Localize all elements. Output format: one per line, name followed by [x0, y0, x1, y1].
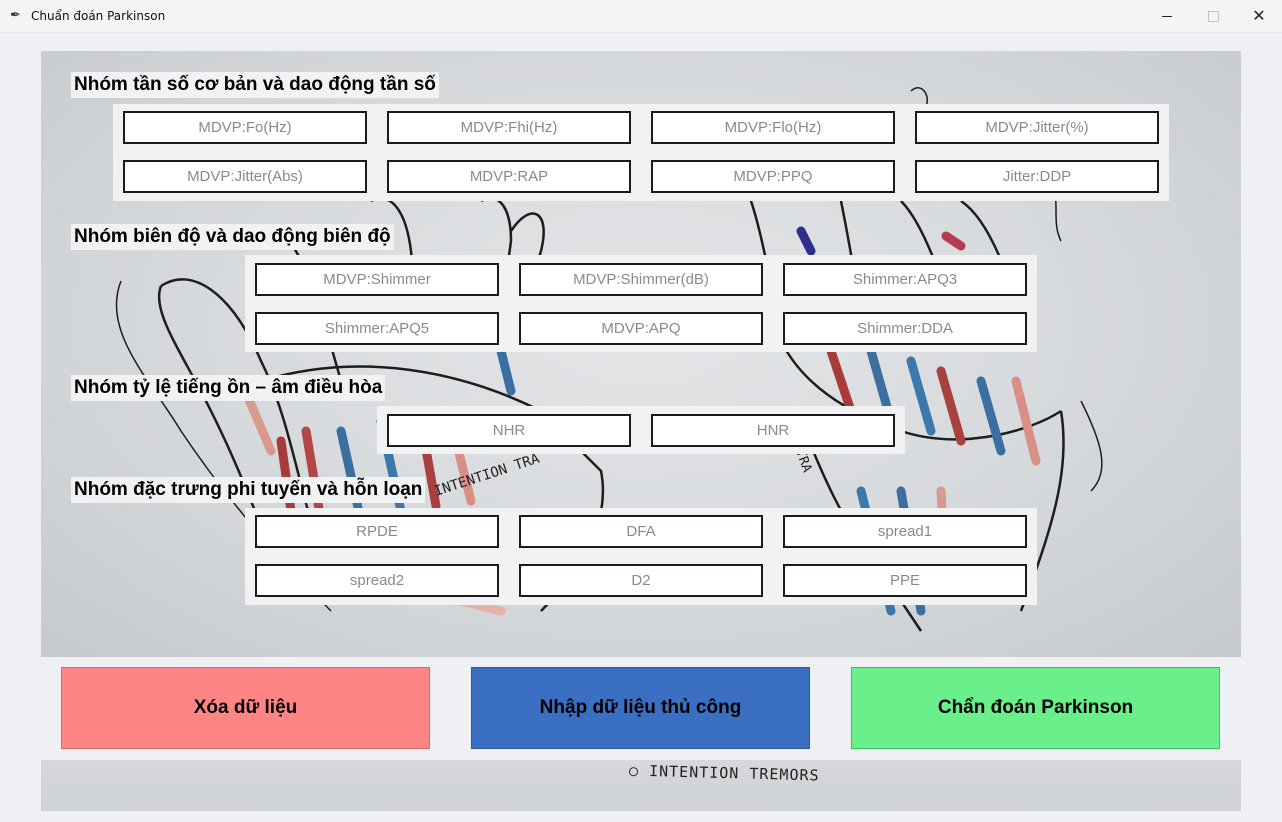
feather-icon: ✒	[10, 8, 21, 23]
bottom-illustration-strip: ○ INTENTION TREMORS	[41, 760, 1241, 811]
group-title-frequency: Nhóm tần số cơ bản và dao động tần số	[71, 72, 439, 98]
field-shimmer-dda[interactable]: Shimmer:DDA	[783, 312, 1027, 345]
nonlinear-fields-panel: RPDE DFA spread1 spread2 D2 PPE	[245, 508, 1037, 605]
close-button[interactable]: ✕	[1236, 0, 1282, 32]
field-jitter-ddp[interactable]: Jitter:DDP	[915, 160, 1159, 193]
field-mdvp-rap[interactable]: MDVP:RAP	[387, 160, 631, 193]
maximize-icon	[1207, 10, 1219, 22]
sketch-text-main: INTENTION TRA	[432, 451, 542, 500]
minimize-icon	[1162, 15, 1172, 17]
minimize-button[interactable]	[1144, 0, 1190, 32]
field-d2[interactable]: D2	[519, 564, 763, 597]
group-title-nonlinear: Nhóm đặc trưng phi tuyến và hỗn loạn	[71, 477, 426, 503]
field-mdvp-shimmer[interactable]: MDVP:Shimmer	[255, 263, 499, 296]
window-title: Chuẩn đoán Parkinson	[31, 9, 166, 23]
field-shimmer-apq3[interactable]: Shimmer:APQ3	[783, 263, 1027, 296]
manual-input-button[interactable]: Nhập dữ liệu thủ công	[471, 667, 810, 749]
amplitude-fields-panel: MDVP:Shimmer MDVP:Shimmer(dB) Shimmer:AP…	[245, 255, 1037, 352]
field-ppe[interactable]: PPE	[783, 564, 1027, 597]
illustration-caption: ○ INTENTION TREMORS	[628, 761, 820, 785]
field-hnr[interactable]: HNR	[651, 414, 895, 447]
field-mdvp-jitter-abs[interactable]: MDVP:Jitter(Abs)	[123, 160, 367, 193]
diagnose-button[interactable]: Chẩn đoán Parkinson	[851, 667, 1220, 749]
field-dfa[interactable]: DFA	[519, 515, 763, 548]
group-title-amplitude: Nhóm biên độ và dao động biên độ	[71, 224, 394, 250]
field-spread2[interactable]: spread2	[255, 564, 499, 597]
field-mdvp-fo[interactable]: MDVP:Fo(Hz)	[123, 111, 367, 144]
field-mdvp-ppq[interactable]: MDVP:PPQ	[651, 160, 895, 193]
field-shimmer-apq5[interactable]: Shimmer:APQ5	[255, 312, 499, 345]
field-mdvp-flo[interactable]: MDVP:Flo(Hz)	[651, 111, 895, 144]
field-mdvp-jitter-percent[interactable]: MDVP:Jitter(%)	[915, 111, 1159, 144]
field-mdvp-fhi[interactable]: MDVP:Fhi(Hz)	[387, 111, 631, 144]
field-rpde[interactable]: RPDE	[255, 515, 499, 548]
close-icon: ✕	[1252, 6, 1266, 25]
maximize-button[interactable]	[1190, 0, 1236, 32]
field-mdvp-apq[interactable]: MDVP:APQ	[519, 312, 763, 345]
group-title-noise: Nhóm tỷ lệ tiếng ồn – âm điều hòa	[71, 375, 386, 401]
field-mdvp-shimmer-db[interactable]: MDVP:Shimmer(dB)	[519, 263, 763, 296]
title-bar: ✒ Chuẩn đoán Parkinson ✕	[0, 0, 1282, 33]
field-nhr[interactable]: NHR	[387, 414, 631, 447]
clear-data-button[interactable]: Xóa dữ liệu	[61, 667, 430, 749]
field-spread1[interactable]: spread1	[783, 515, 1027, 548]
frequency-fields-panel: MDVP:Fo(Hz) MDVP:Fhi(Hz) MDVP:Flo(Hz) MD…	[113, 104, 1169, 201]
noise-fields-panel: NHR HNR	[377, 406, 905, 454]
